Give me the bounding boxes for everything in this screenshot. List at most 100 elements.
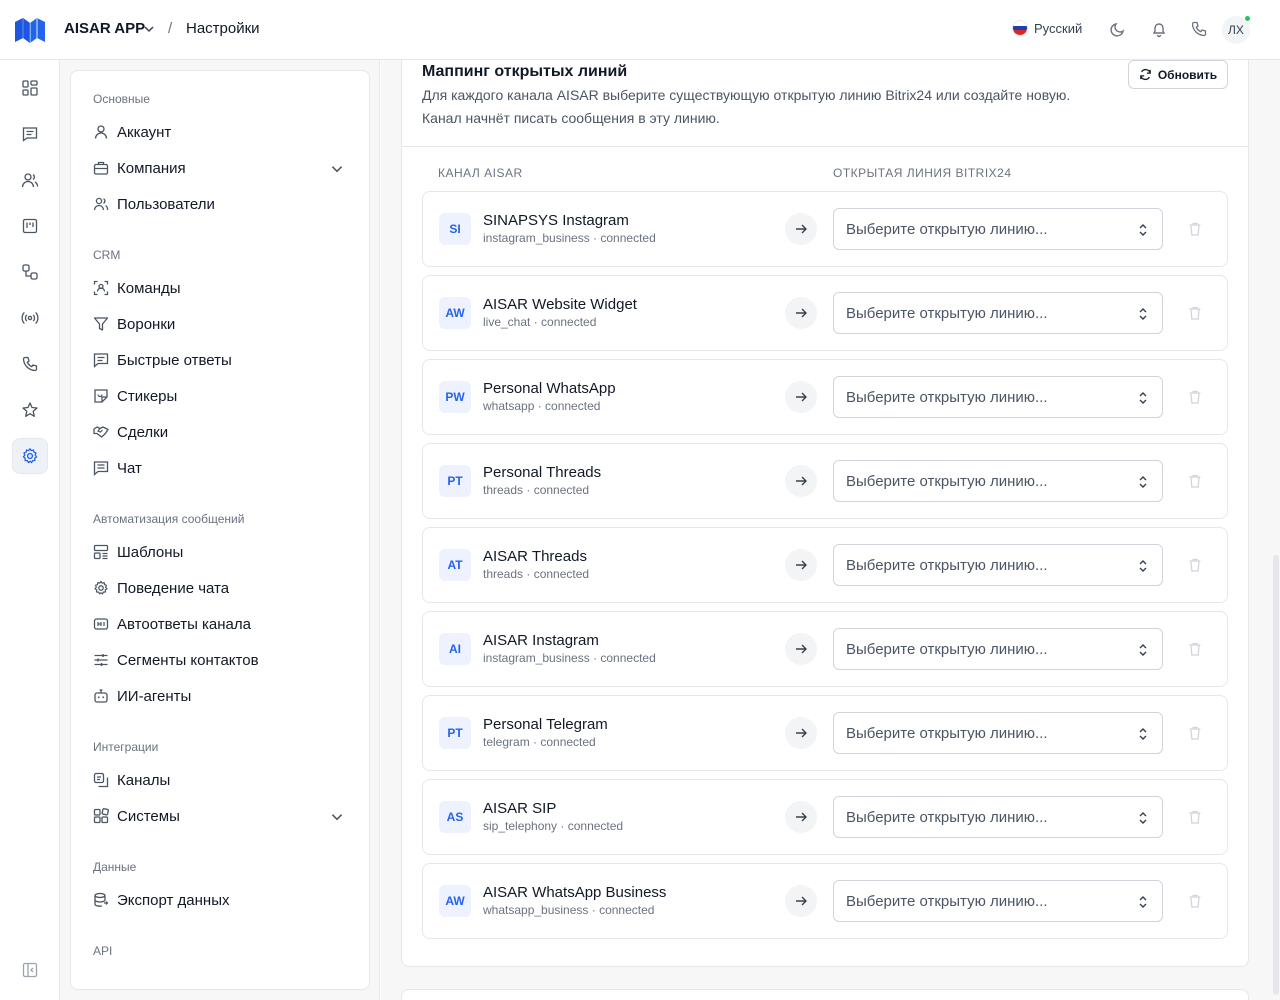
select-placeholder: Выберите открытую линию... xyxy=(846,305,1048,322)
avatar-initials: ЛХ xyxy=(1228,23,1244,37)
trash-icon[interactable] xyxy=(1187,557,1203,573)
nav-item-data-export[interactable]: Экспорт данных xyxy=(93,886,349,914)
open-line-select[interactable]: Выберите открытую линию... xyxy=(833,628,1163,670)
nav-item-quick-replies[interactable]: Быстрые ответы xyxy=(93,346,349,374)
nav-item-ai-agents[interactable]: ИИ-агенты xyxy=(93,682,349,710)
channel-badge: SI xyxy=(439,213,471,245)
select-placeholder: Выберите открытую линию... xyxy=(846,221,1048,238)
nav-label: ИИ-агенты xyxy=(117,687,192,705)
nav-item-chat[interactable]: Чат xyxy=(93,454,349,482)
contacts-icon xyxy=(21,173,39,188)
nav-item-deals[interactable]: Сделки xyxy=(93,418,349,446)
settings-icon xyxy=(22,448,38,464)
channel-badge: PT xyxy=(439,465,471,497)
nav-label: Быстрые ответы xyxy=(117,351,232,369)
channel-badge: AI xyxy=(439,633,471,665)
open-line-select[interactable]: Выберите открытую линию... xyxy=(833,292,1163,334)
channel-type-status: threads · connected xyxy=(483,567,590,581)
rail-phone[interactable] xyxy=(12,346,48,382)
panel-description: Для каждого канала AISAR выберите сущест… xyxy=(422,87,1071,126)
breadcrumb-page: Настройки xyxy=(186,20,260,37)
nav-item-systems[interactable]: Системы xyxy=(93,802,349,830)
mapping-row: AS AISAR SIP sip_telephony · connected В… xyxy=(422,779,1228,855)
rail-collapse[interactable] xyxy=(12,952,48,988)
moon-icon[interactable] xyxy=(1109,20,1127,38)
nav-item-account[interactable]: Аккаунт xyxy=(93,118,349,146)
nav-item-contact-segments[interactable]: Сегменты контактов xyxy=(93,646,349,674)
channel-name: SINAPSYS Instagram xyxy=(483,212,629,229)
mapping-row: AT AISAR Threads threads · connected Выб… xyxy=(422,527,1228,603)
trash-icon[interactable] xyxy=(1187,305,1203,321)
channel-badge: AW xyxy=(439,885,471,917)
open-line-select[interactable]: Выберите открытую линию... xyxy=(833,880,1163,922)
trash-icon[interactable] xyxy=(1187,893,1203,909)
nav-label: Поведение чата xyxy=(117,579,230,597)
funnel-icon xyxy=(93,317,109,331)
bell-icon[interactable] xyxy=(1150,20,1168,38)
chevron-down-icon[interactable] xyxy=(329,161,345,177)
chat-icon xyxy=(93,461,109,476)
rail-contacts[interactable] xyxy=(12,162,48,198)
open-line-select[interactable]: Выберите открытую линию... xyxy=(833,460,1163,502)
nav-item-templates[interactable]: Шаблоны xyxy=(93,538,349,566)
rail-dashboard[interactable] xyxy=(12,70,48,106)
nav-item-chat-behavior[interactable]: Поведение чата xyxy=(93,574,349,602)
page-scrollbar[interactable] xyxy=(1273,555,1279,995)
chevron-up-down-icon xyxy=(1139,644,1147,656)
open-lines-mapping-panel: Маппинг открытых линий Для каждого канал… xyxy=(401,60,1249,967)
channel-badge: AS xyxy=(439,801,471,833)
trash-icon[interactable] xyxy=(1187,809,1203,825)
nav-item-channels[interactable]: Каналы xyxy=(93,766,349,794)
rail-settings[interactable] xyxy=(12,438,48,474)
rail-broadcast[interactable] xyxy=(12,300,48,336)
briefcase-icon xyxy=(93,161,109,175)
sticker-icon xyxy=(94,389,108,403)
rail-favorites[interactable] xyxy=(12,392,48,428)
nav-item-company[interactable]: Компания xyxy=(93,154,349,182)
mapping-row: PT Personal Telegram telegram · connecte… xyxy=(422,695,1228,771)
main-content: Маппинг открытых линий Для каждого канал… xyxy=(381,60,1280,1000)
trash-icon[interactable] xyxy=(1187,221,1203,237)
next-panel xyxy=(401,989,1249,1000)
rail-kanban[interactable] xyxy=(12,208,48,244)
language-switcher[interactable]: Русский xyxy=(1012,20,1082,36)
bot-icon xyxy=(94,689,108,703)
channel-name: AISAR WhatsApp Business xyxy=(483,884,667,901)
section-title-crm: CRM xyxy=(93,248,121,262)
open-line-select[interactable]: Выберите открытую линию... xyxy=(833,796,1163,838)
channel-name: Personal Telegram xyxy=(483,716,608,733)
chevron-down-icon[interactable] xyxy=(329,809,345,825)
nav-item-funnels[interactable]: Воронки xyxy=(93,310,349,338)
trash-icon[interactable] xyxy=(1187,725,1203,741)
open-line-select[interactable]: Выберите открытую линию... xyxy=(833,208,1163,250)
channel-badge: PT xyxy=(439,717,471,749)
open-line-select[interactable]: Выберите открытую линию... xyxy=(833,712,1163,754)
app-name[interactable]: AISAR APP xyxy=(64,20,145,37)
rail-messages[interactable] xyxy=(12,116,48,152)
arrow-right-icon xyxy=(785,213,817,245)
mapping-row: SI SINAPSYS Instagram instagram_business… xyxy=(422,191,1228,267)
avatar[interactable]: ЛХ xyxy=(1222,15,1251,44)
nav-item-teams[interactable]: Команды xyxy=(93,274,349,302)
refresh-button[interactable]: Обновить xyxy=(1128,60,1228,89)
trash-icon[interactable] xyxy=(1187,389,1203,405)
chevron-up-down-icon xyxy=(1139,392,1147,404)
nav-label: Шаблоны xyxy=(117,543,184,561)
nav-label: Пользователи xyxy=(117,195,215,213)
rail-workflow[interactable] xyxy=(12,254,48,290)
chevron-down-icon[interactable] xyxy=(142,22,156,36)
nav-item-stickers[interactable]: Стикеры xyxy=(93,382,349,410)
section-title-api: API xyxy=(93,944,113,958)
broadcast-icon xyxy=(21,311,39,325)
open-line-select[interactable]: Выберите открытую линию... xyxy=(833,544,1163,586)
trash-icon[interactable] xyxy=(1187,473,1203,489)
channel-type-status: live_chat · connected xyxy=(483,315,597,329)
trash-icon[interactable] xyxy=(1187,641,1203,657)
nav-item-channel-autoreplies[interactable]: Автоответы канала xyxy=(93,610,349,638)
channel-name: AISAR SIP xyxy=(483,800,557,817)
aisar-logo-icon[interactable] xyxy=(14,16,46,44)
arrow-right-icon xyxy=(785,381,817,413)
phone-icon[interactable] xyxy=(1190,20,1208,38)
open-line-select[interactable]: Выберите открытую линию... xyxy=(833,376,1163,418)
nav-item-users[interactable]: Пользователи xyxy=(93,190,349,218)
